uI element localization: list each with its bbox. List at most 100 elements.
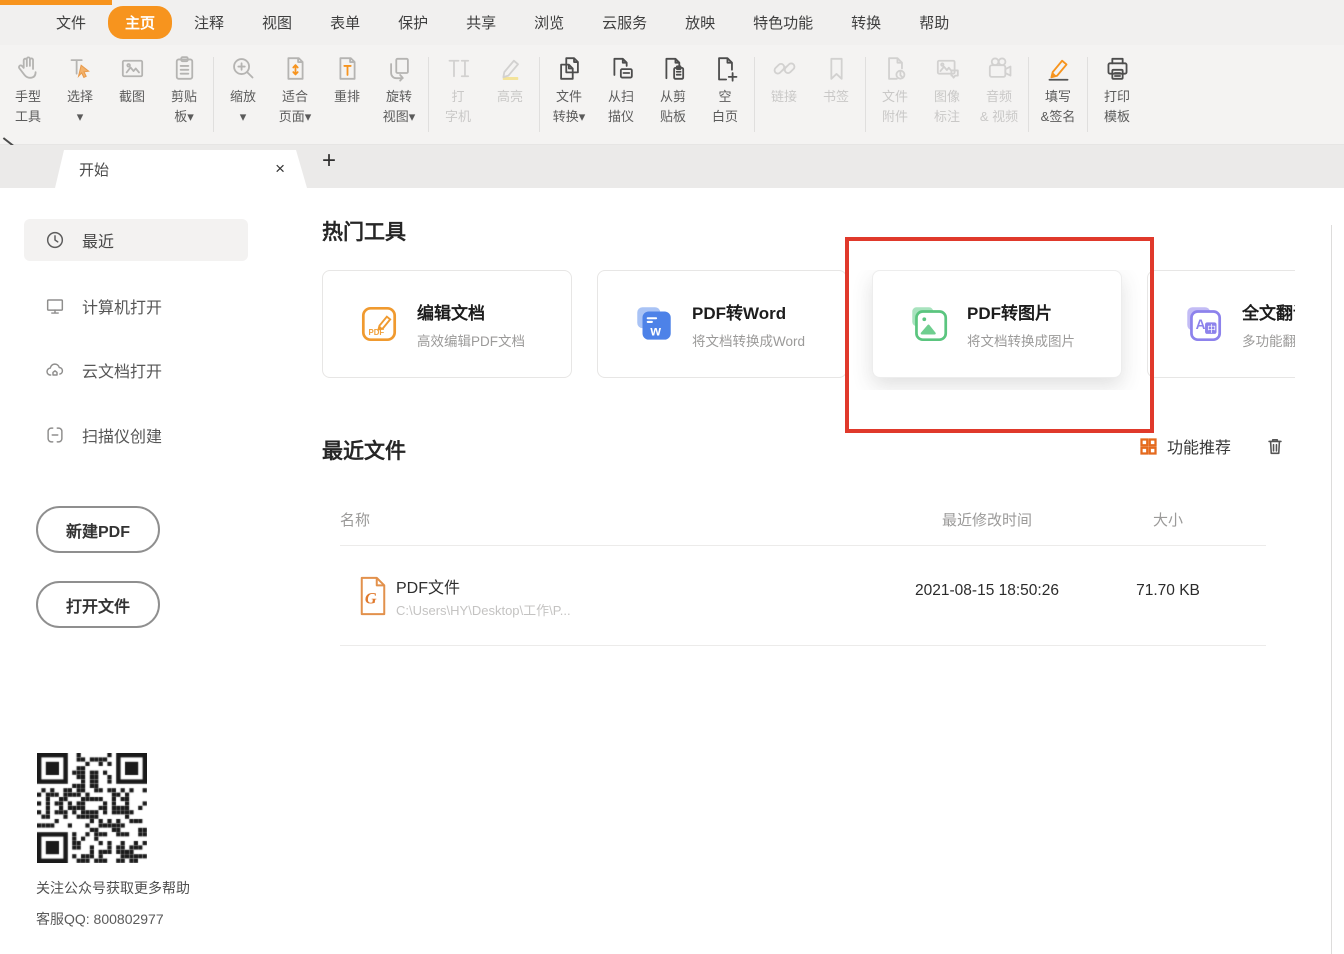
file-attachment-icon	[880, 53, 911, 84]
feature-recommend-button[interactable]: 功能推荐	[1138, 434, 1231, 458]
menu-cloud-service[interactable]: 云服务	[586, 7, 663, 38]
open-file-button[interactable]: 打开文件	[36, 581, 160, 628]
file-path: C:\Users\HY\Desktop\工作\P...	[396, 600, 571, 619]
toolbar-from-scanner[interactable]: 从扫描仪	[595, 45, 647, 144]
toolbar-separator	[213, 57, 214, 132]
trash-icon[interactable]	[1264, 434, 1286, 458]
toolbar-blank-page[interactable]: 空白页	[699, 45, 751, 144]
menu-file[interactable]: 文件	[40, 7, 102, 38]
card-full-text-translate[interactable]: A 中 全文翻译 多功能翻译	[1147, 270, 1295, 378]
toolbar-select[interactable]: 选择▾	[54, 45, 106, 144]
menu-featured[interactable]: 特色功能	[737, 7, 829, 38]
svg-text:中: 中	[1207, 323, 1216, 334]
toolbar-hand-tool[interactable]: 手型工具	[2, 45, 54, 144]
menu-view[interactable]: 视图	[246, 7, 308, 38]
sidebar-item-open-computer[interactable]: 计算机打开	[24, 285, 248, 327]
table-row[interactable]: G PDF文件 C:\Users\HY\Desktop\工作\P... 2021…	[340, 568, 1266, 634]
toolbar-fit-page[interactable]: 适合页面▾	[269, 45, 321, 144]
scanner-icon	[44, 424, 66, 446]
sidebar-item-create-from-scanner[interactable]: 扫描仪创建	[24, 414, 248, 456]
table-divider	[340, 545, 1266, 546]
toolbar-reflow[interactable]: 重排	[321, 45, 373, 144]
file-convert-icon	[554, 53, 585, 84]
menu-protect[interactable]: 保护	[382, 7, 444, 38]
svg-text:G: G	[365, 590, 377, 608]
window-accent-strip	[0, 0, 112, 5]
fit-page-icon	[280, 53, 311, 84]
monitor-icon	[44, 295, 66, 317]
menu-browse[interactable]: 浏览	[518, 7, 580, 38]
clock-icon	[44, 229, 66, 251]
qr-caption: 关注公众号获取更多帮助	[36, 878, 190, 898]
menu-convert[interactable]: 转换	[835, 7, 897, 38]
menu-share[interactable]: 共享	[450, 7, 512, 38]
service-qq: 客服QQ: 800802977	[36, 909, 164, 929]
translate-icon: A 中	[1181, 301, 1227, 347]
pdf-file-icon: G	[358, 576, 388, 616]
toolbar-rotate-view[interactable]: 旋转视图▾	[373, 45, 425, 144]
card-pdf-to-image[interactable]: PDF转图片 将文档转换成图片	[872, 270, 1122, 378]
main-content: 热门工具 PDF 编辑文档 高效编辑PDF文档 w PDF转Word	[300, 188, 1344, 954]
tabbar: 开始 × +	[0, 145, 1344, 188]
rotate-view-icon	[384, 53, 415, 84]
toolbar-separator	[1087, 57, 1088, 132]
toolbar-link: 链接	[758, 45, 810, 144]
zoom-icon	[228, 53, 259, 84]
audio-video-icon	[984, 53, 1015, 84]
toolbar-highlight: 高亮	[484, 45, 536, 144]
tab-start[interactable]: 开始 ×	[55, 150, 307, 188]
toolbar-file-attachment: 文件附件	[869, 45, 921, 144]
scrollbar[interactable]	[1331, 225, 1332, 954]
new-tab-button[interactable]: +	[322, 147, 336, 175]
file-name: PDF文件	[396, 574, 460, 598]
select-cursor-icon	[65, 53, 96, 84]
toolbar-audio-video: 音频& 视频	[973, 45, 1025, 144]
toolbar-bookmark: 书签	[810, 45, 862, 144]
snapshot-icon	[117, 53, 148, 84]
card-pdf-to-word[interactable]: w PDF转Word 将文档转换成Word	[597, 270, 847, 378]
toolbar-clipboard[interactable]: 剪贴板▾	[158, 45, 210, 144]
tab-close-icon[interactable]: ×	[273, 159, 287, 179]
toolbar-separator	[1028, 57, 1029, 132]
sidebar-item-recent[interactable]: 最近	[24, 219, 248, 261]
table-divider	[340, 645, 1266, 646]
sidebar-item-open-cloud[interactable]: 云文档打开	[24, 349, 248, 391]
column-size: 大小	[1093, 509, 1243, 530]
menu-present[interactable]: 放映	[669, 7, 731, 38]
toolbar: 手型工具 选择▾ 截图 剪贴板▾ 缩放▾ 适合页面▾ 重排	[0, 45, 1344, 145]
file-size: 71.70 KB	[1093, 582, 1243, 600]
menu-help[interactable]: 帮助	[903, 7, 965, 38]
toolbar-separator	[754, 57, 755, 132]
typewriter-icon	[443, 53, 474, 84]
highlight-icon	[495, 53, 526, 84]
from-clipboard-icon	[658, 53, 689, 84]
toolbar-snapshot[interactable]: 截图	[106, 45, 158, 144]
qr-code	[37, 753, 147, 863]
toolbar-fill-sign[interactable]: 填写&签名	[1032, 45, 1084, 144]
from-scanner-icon	[606, 53, 637, 84]
clipboard-icon	[169, 53, 200, 84]
reflow-icon	[332, 53, 363, 84]
bookmark-icon	[821, 53, 852, 84]
toolbar-print-template[interactable]: 打印模板	[1091, 45, 1143, 144]
image-annotation-icon	[932, 53, 963, 84]
fill-sign-icon	[1043, 53, 1074, 84]
menu-home[interactable]: 主页	[108, 6, 172, 39]
card-edit-document[interactable]: PDF 编辑文档 高效编辑PDF文档	[322, 270, 572, 378]
hand-icon	[13, 53, 44, 84]
toolbar-image-annotation: 图像标注	[921, 45, 973, 144]
toolbar-file-convert[interactable]: 文件转换▾	[543, 45, 595, 144]
sidebar: 最近 计算机打开 云文档打开 扫描仪创建 新建PDF 打开文件 关注公众号获取更…	[0, 188, 300, 954]
link-icon	[769, 53, 800, 84]
column-name: 名称	[340, 509, 370, 530]
new-pdf-button[interactable]: 新建PDF	[36, 506, 160, 553]
toolbar-from-clipboard[interactable]: 从剪贴板	[647, 45, 699, 144]
menu-form[interactable]: 表单	[314, 7, 376, 38]
menu-comment[interactable]: 注释	[178, 7, 240, 38]
pdf-to-image-icon	[906, 301, 952, 347]
column-modified: 最近修改时间	[887, 509, 1087, 530]
cloud-icon	[44, 359, 66, 381]
toolbar-zoom[interactable]: 缩放▾	[217, 45, 269, 144]
pdf-to-word-icon: w	[631, 301, 677, 347]
recent-files-title: 最近文件	[322, 435, 406, 465]
